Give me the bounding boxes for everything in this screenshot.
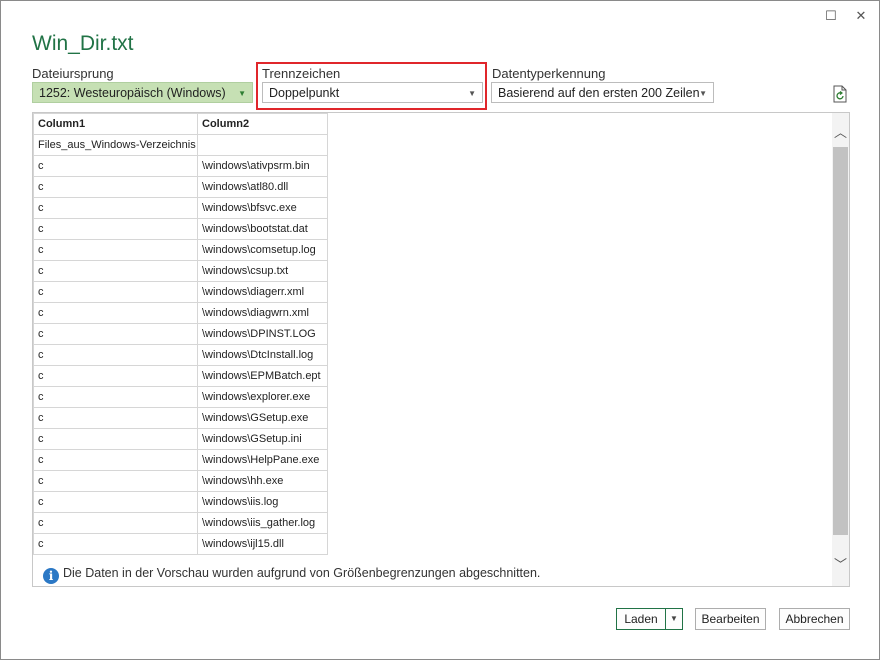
table-row: c \windows\diagwrn.xml bbox=[33, 302, 328, 324]
edit-button[interactable]: Bearbeiten bbox=[695, 608, 766, 630]
scroll-up-icon[interactable]: ︿ bbox=[832, 123, 849, 143]
column1-cell: c bbox=[33, 470, 198, 492]
table-row: c \windows\GSetup.exe bbox=[33, 407, 328, 429]
column2-cell: \windows\GSetup.ini bbox=[197, 428, 328, 450]
column2-cell: \windows\ijl15.dll bbox=[197, 533, 328, 555]
close-icon[interactable]: ✕ bbox=[851, 7, 871, 25]
column2-cell: \windows\EPMBatch.ept bbox=[197, 365, 328, 387]
column2-cell: \windows\iis.log bbox=[197, 491, 328, 513]
column2-cell: \windows\GSetup.exe bbox=[197, 407, 328, 429]
truncation-notice: i Die Daten in der Vorschau wurden aufgru… bbox=[43, 566, 540, 584]
column1-cell: c bbox=[33, 260, 198, 282]
chevron-down-icon: ▼ bbox=[238, 89, 246, 98]
file-origin-dropdown[interactable]: 1252: Westeuropäisch (Windows) ▼ bbox=[32, 82, 253, 103]
table-row: c \windows\bfsvc.exe bbox=[33, 197, 328, 219]
table-row: c \windows\hh.exe bbox=[33, 470, 328, 492]
column1-cell: c bbox=[33, 281, 198, 303]
column1-cell: Files_aus_Windows-Verzeichnis bbox=[33, 134, 198, 156]
column1-cell: c bbox=[33, 512, 198, 534]
column2-cell: \windows\DPINST.LOG bbox=[197, 323, 328, 345]
column1-header[interactable]: Column1 bbox=[33, 113, 198, 135]
column2-header[interactable]: Column2 bbox=[197, 113, 328, 135]
column2-cell: \windows\bfsvc.exe bbox=[197, 197, 328, 219]
column2-cell: \windows\bootstat.dat bbox=[197, 218, 328, 240]
table-row: c \windows\explorer.exe bbox=[33, 386, 328, 408]
delimiter-highlight-frame bbox=[256, 62, 487, 110]
scroll-down-icon[interactable]: ﹀ bbox=[832, 555, 849, 575]
preview-table: Column1 Column2 Files_aus_Windows-Verzei… bbox=[33, 113, 328, 555]
refresh-file-icon[interactable] bbox=[833, 85, 849, 103]
column2-cell: \windows\explorer.exe bbox=[197, 386, 328, 408]
column1-cell: c bbox=[33, 218, 198, 240]
column2-cell: \windows\diagerr.xml bbox=[197, 281, 328, 303]
column1-cell: c bbox=[33, 176, 198, 198]
column1-cell: c bbox=[33, 344, 198, 366]
maximize-icon[interactable]: ☐ bbox=[821, 7, 841, 25]
datatype-dropdown[interactable]: Basierend auf den ersten 200 Zeilen ▼ bbox=[491, 82, 714, 103]
column1-cell: c bbox=[33, 365, 198, 387]
column2-cell: \windows\iis_gather.log bbox=[197, 512, 328, 534]
info-icon: i bbox=[43, 568, 59, 584]
column2-cell bbox=[197, 134, 328, 156]
column1-cell: c bbox=[33, 449, 198, 471]
column1-cell: c bbox=[33, 428, 198, 450]
file-origin-value: 1252: Westeuropäisch (Windows) bbox=[39, 86, 226, 100]
table-row: c \windows\GSetup.ini bbox=[33, 428, 328, 450]
preview-panel: Column1 Column2 Files_aus_Windows-Verzei… bbox=[32, 112, 850, 587]
truncation-notice-text: Die Daten in der Vorschau wurden aufgrun… bbox=[63, 566, 541, 580]
chevron-down-icon: ▼ bbox=[699, 89, 707, 98]
column1-cell: c bbox=[33, 155, 198, 177]
column1-cell: c bbox=[33, 197, 198, 219]
table-row: c \windows\iis_gather.log bbox=[33, 512, 328, 534]
column1-cell: c bbox=[33, 407, 198, 429]
column2-cell: \windows\comsetup.log bbox=[197, 239, 328, 261]
table-row: c \windows\csup.txt bbox=[33, 260, 328, 282]
table-row: c \windows\ativpsrm.bin bbox=[33, 155, 328, 177]
column2-cell: \windows\diagwrn.xml bbox=[197, 302, 328, 324]
column2-cell: \windows\DtcInstall.log bbox=[197, 344, 328, 366]
table-row: c \windows\DPINST.LOG bbox=[33, 323, 328, 345]
table-row: c \windows\diagerr.xml bbox=[33, 281, 328, 303]
column2-cell: \windows\atl80.dll bbox=[197, 176, 328, 198]
dialog-title: Win_Dir.txt bbox=[32, 32, 134, 55]
import-dialog: ☐ ✕ Win_Dir.txt Dateiursprung 1252: West… bbox=[0, 0, 880, 660]
scrollbar-thumb[interactable] bbox=[833, 147, 848, 535]
load-button[interactable]: Laden bbox=[616, 608, 666, 630]
cancel-button[interactable]: Abbrechen bbox=[779, 608, 850, 630]
column1-cell: c bbox=[33, 302, 198, 324]
table-row: c \windows\iis.log bbox=[33, 491, 328, 513]
table-row: c \windows\DtcInstall.log bbox=[33, 344, 328, 366]
column1-cell: c bbox=[33, 386, 198, 408]
column1-cell: c bbox=[33, 239, 198, 261]
table-row: Files_aus_Windows-Verzeichnis bbox=[33, 134, 328, 156]
chevron-down-icon: ▼ bbox=[670, 614, 678, 623]
column1-cell: c bbox=[33, 533, 198, 555]
column2-cell: \windows\hh.exe bbox=[197, 470, 328, 492]
column2-cell: \windows\csup.txt bbox=[197, 260, 328, 282]
table-row: c \windows\EPMBatch.ept bbox=[33, 365, 328, 387]
datatype-value: Basierend auf den ersten 200 Zeilen bbox=[498, 86, 700, 100]
datatype-label: Datentyperkennung bbox=[492, 66, 606, 81]
table-row: c \windows\HelpPane.exe bbox=[33, 449, 328, 471]
table-row: c \windows\ijl15.dll bbox=[33, 533, 328, 555]
column1-cell: c bbox=[33, 323, 198, 345]
table-row: c \windows\comsetup.log bbox=[33, 239, 328, 261]
table-row: c \windows\bootstat.dat bbox=[33, 218, 328, 240]
table-row: c \windows\atl80.dll bbox=[33, 176, 328, 198]
file-origin-label: Dateiursprung bbox=[32, 66, 114, 81]
table-header-row: Column1 Column2 bbox=[33, 113, 328, 135]
vertical-scrollbar[interactable]: ︿ ﹀ bbox=[832, 113, 849, 586]
table-body: Files_aus_Windows-Verzeichnis c \windows\a… bbox=[33, 134, 328, 555]
column1-cell: c bbox=[33, 491, 198, 513]
column2-cell: \windows\ativpsrm.bin bbox=[197, 155, 328, 177]
column2-cell: \windows\HelpPane.exe bbox=[197, 449, 328, 471]
load-options-button[interactable]: ▼ bbox=[665, 608, 683, 630]
